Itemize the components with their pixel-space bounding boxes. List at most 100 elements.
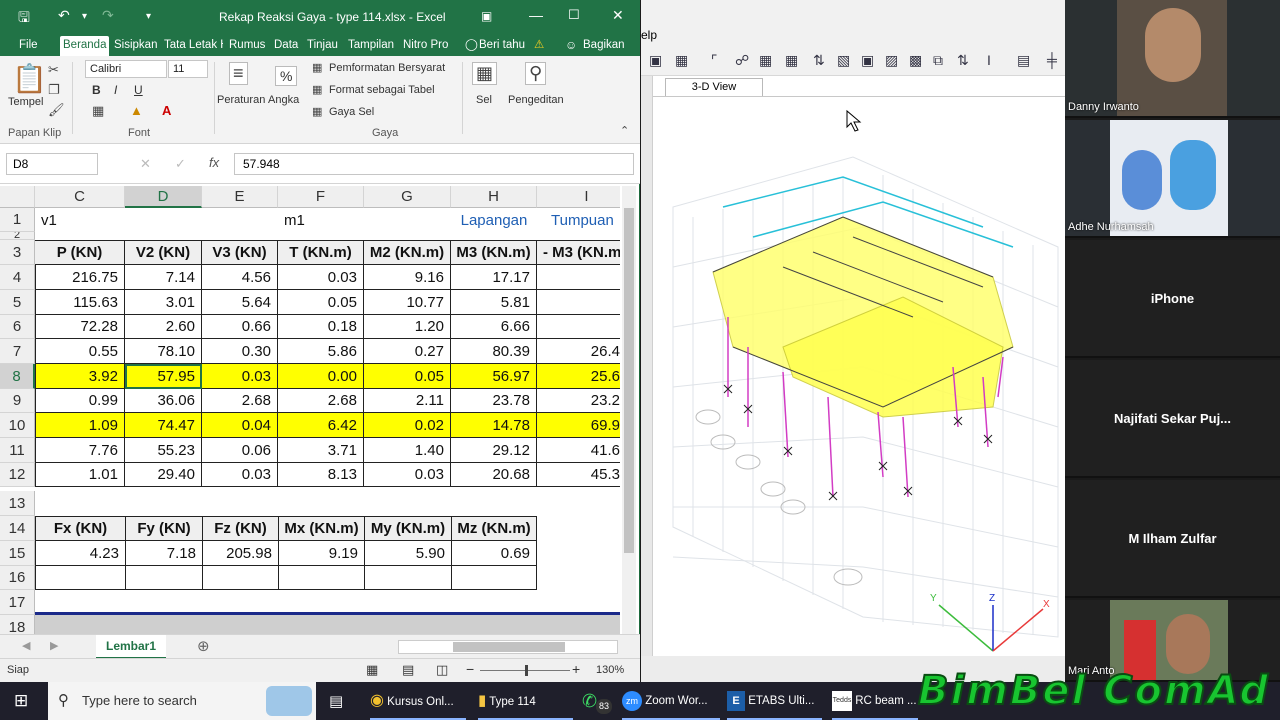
tool-icon[interactable]: ╪ bbox=[1047, 52, 1057, 68]
borders-icon[interactable]: ▦ bbox=[92, 103, 104, 119]
cell-neg-m3[interactable]: 26.4 bbox=[537, 339, 620, 364]
header-t[interactable]: T (KN.m) bbox=[278, 241, 364, 265]
tool-icon[interactable]: I bbox=[987, 52, 991, 68]
header-mz[interactable]: Mz (KN.m) bbox=[452, 517, 537, 541]
font-name-select[interactable]: Calibri bbox=[85, 60, 167, 78]
row-header[interactable]: 12 bbox=[0, 463, 35, 487]
row-header[interactable]: 4 bbox=[0, 265, 35, 290]
header-fy[interactable]: Fy (KN) bbox=[126, 517, 203, 541]
cell-neg-m3[interactable] bbox=[537, 315, 620, 339]
zoom-out-icon[interactable]: − bbox=[466, 661, 474, 677]
cell-fy[interactable]: 7.18 bbox=[126, 541, 203, 566]
header-v2[interactable]: V2 (KN) bbox=[125, 241, 202, 265]
cell-empty[interactable] bbox=[36, 566, 126, 590]
cell-fx[interactable]: 4.23 bbox=[36, 541, 126, 566]
tab-view[interactable]: Tampilan bbox=[345, 36, 397, 56]
row-header[interactable]: 16 bbox=[0, 566, 35, 590]
cell-v2[interactable]: 2.60 bbox=[125, 315, 202, 339]
zoom-level[interactable]: 130% bbox=[596, 664, 624, 676]
cell-mx[interactable]: 9.19 bbox=[279, 541, 365, 566]
cell-m3[interactable]: 6.66 bbox=[451, 315, 537, 339]
taskbar-app-etabs[interactable]: E ETABS Ulti... bbox=[727, 682, 822, 720]
tell-me-box[interactable]: Beri tahu bbox=[476, 36, 528, 56]
cell-v3[interactable]: 5.64 bbox=[202, 290, 278, 315]
tab-home[interactable]: Beranda bbox=[60, 36, 110, 56]
cell-neg-m3[interactable] bbox=[537, 290, 620, 315]
cell-m3[interactable]: 23.78 bbox=[451, 389, 537, 413]
cell-t[interactable]: 5.86 bbox=[278, 339, 364, 364]
cell-m2[interactable]: 0.05 bbox=[364, 364, 451, 389]
row-header[interactable]: 18 bbox=[0, 615, 35, 634]
normal-view-icon[interactable]: ▦ bbox=[366, 662, 378, 678]
alignment-icon[interactable]: ≡ bbox=[229, 62, 248, 85]
header-p[interactable]: P (KN) bbox=[35, 241, 125, 265]
cell-p[interactable]: 72.28 bbox=[35, 315, 125, 339]
name-box[interactable]: D8 bbox=[6, 153, 98, 175]
row-header[interactable]: 5 bbox=[0, 290, 35, 315]
select-all-corner[interactable] bbox=[0, 186, 35, 208]
cell-m2[interactable]: 0.03 bbox=[364, 463, 451, 487]
cell-v3[interactable]: 0.03 bbox=[202, 463, 278, 487]
page-break-view-icon[interactable]: ◫ bbox=[436, 662, 448, 678]
cell-p[interactable]: 0.99 bbox=[35, 389, 125, 413]
horizontal-scrollbar[interactable] bbox=[398, 640, 618, 654]
copy-icon[interactable]: ❐ bbox=[48, 82, 60, 98]
number-button[interactable]: Angka bbox=[268, 94, 299, 106]
row-header[interactable]: 17 bbox=[0, 590, 35, 615]
cell-m3[interactable]: 56.97 bbox=[451, 364, 537, 389]
sheet-tab-lembar1[interactable]: Lembar1 bbox=[96, 635, 166, 659]
taskbar-app-tedds[interactable]: Tedds RC beam ... bbox=[832, 682, 918, 720]
alignment-button[interactable]: Peraturan bbox=[217, 94, 265, 106]
cell-neg-m3[interactable] bbox=[537, 265, 620, 290]
undo-icon[interactable]: ↶ bbox=[58, 7, 70, 24]
participant-tile[interactable]: Danny Irwanto bbox=[1065, 0, 1280, 118]
ribbon-display-icon[interactable]: ▣ bbox=[481, 9, 492, 23]
cell-t[interactable]: 0.00 bbox=[278, 364, 364, 389]
cell-m2[interactable]: 2.11 bbox=[364, 389, 451, 413]
header-my[interactable]: My (KN.m) bbox=[365, 517, 452, 541]
cell-v2[interactable]: 3.01 bbox=[125, 290, 202, 315]
cell-m2[interactable]: 9.16 bbox=[364, 265, 451, 290]
tool-icon[interactable]: ☍ bbox=[735, 52, 749, 69]
taskbar-app-zoom[interactable]: zm Zoom Wor... bbox=[622, 682, 720, 720]
cell-v2[interactable]: 7.14 bbox=[125, 265, 202, 290]
vertical-scrollbar[interactable] bbox=[622, 186, 636, 634]
cell-v2[interactable]: 57.95 bbox=[125, 364, 202, 389]
cell-tumpuan[interactable]: Tumpuan bbox=[545, 208, 620, 232]
row-header[interactable]: 2 bbox=[0, 232, 35, 240]
cell-m2[interactable]: 10.77 bbox=[364, 290, 451, 315]
cell-p[interactable]: 115.63 bbox=[35, 290, 125, 315]
cell-v3[interactable]: 0.30 bbox=[202, 339, 278, 364]
row-header[interactable]: 7 bbox=[0, 339, 35, 364]
cell-v3[interactable]: 0.03 bbox=[202, 364, 278, 389]
tool-icon[interactable]: ▩ bbox=[909, 52, 922, 69]
cell-m2[interactable]: 0.02 bbox=[364, 413, 451, 438]
cell-mz[interactable]: 0.69 bbox=[452, 541, 537, 566]
tool-icon[interactable]: ▧ bbox=[837, 52, 850, 69]
row-header[interactable]: 11 bbox=[0, 438, 35, 463]
cell-empty[interactable] bbox=[126, 566, 203, 590]
row-header[interactable]: 1 bbox=[0, 208, 35, 232]
taskbar-app-whatsapp[interactable]: ✆ 83 bbox=[582, 682, 616, 720]
cell-v2[interactable]: 78.10 bbox=[125, 339, 202, 364]
conditional-formatting-button[interactable]: Pemformatan Bersyarat bbox=[329, 62, 445, 74]
maximize-icon[interactable]: ☐ bbox=[568, 7, 580, 23]
header-m3[interactable]: M3 (KN.m) bbox=[451, 241, 537, 265]
tab-review[interactable]: Tinjau bbox=[304, 36, 341, 56]
cell-m3[interactable]: 80.39 bbox=[451, 339, 537, 364]
cell-v3[interactable]: 0.04 bbox=[202, 413, 278, 438]
cell-t[interactable]: 0.05 bbox=[278, 290, 364, 315]
participant-tile[interactable]: Najifati Sekar Puj... bbox=[1065, 360, 1280, 478]
cell-v3[interactable]: 0.06 bbox=[202, 438, 278, 463]
font-size-select[interactable]: 11 bbox=[168, 60, 208, 78]
cell-m3[interactable]: 20.68 bbox=[451, 463, 537, 487]
cell-label-m1[interactable]: m1 bbox=[278, 208, 338, 232]
row-header[interactable]: 9 bbox=[0, 389, 35, 413]
cell-p[interactable]: 216.75 bbox=[35, 265, 125, 290]
tool-icon[interactable]: ▣ bbox=[649, 52, 662, 69]
hscroll-thumb[interactable] bbox=[453, 642, 565, 652]
column-header-h[interactable]: H bbox=[451, 186, 537, 208]
tab-3d-view[interactable]: 3-D View bbox=[665, 78, 763, 96]
header-v3[interactable]: V3 (KN) bbox=[202, 241, 278, 265]
insert-function-icon[interactable]: fx bbox=[209, 155, 219, 170]
